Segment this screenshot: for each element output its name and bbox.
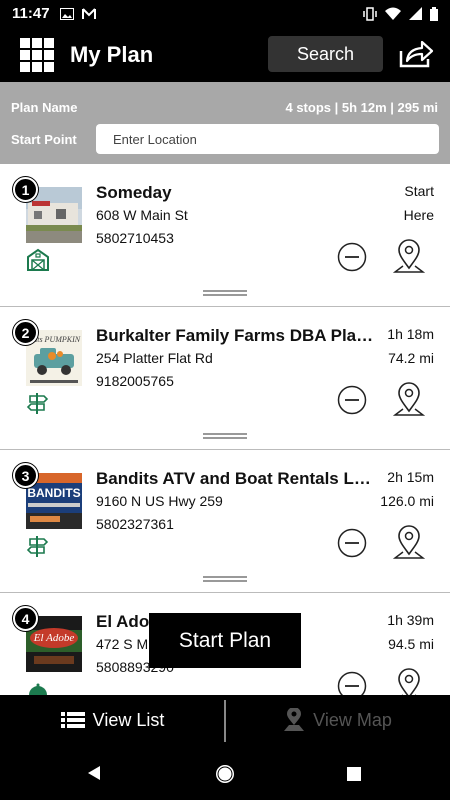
stop-phone[interactable]: 9182005765 [96,373,174,389]
start-point-label: Start Point [11,132,77,147]
stop-number-badge: 2 [13,320,38,345]
page-title: My Plan [70,41,154,67]
stop-leg-distance: 74.2 mi [388,350,434,366]
menu-grid-icon[interactable] [20,37,54,72]
drag-handle[interactable] [203,290,247,296]
plan-name-label: Plan Name [11,100,78,115]
stop-address: 608 W Main St [96,207,188,223]
drag-handle[interactable] [203,576,247,582]
remove-stop-icon[interactable] [337,528,367,558]
tab-view-map-label: View Map [313,709,392,730]
list-icon [60,712,85,728]
vibrate-icon [363,6,377,21]
stop-leg-time: 2h 15m [387,469,434,485]
stop-address: 9160 N US Hwy 259 [96,493,223,509]
map-pin-icon[interactable] [393,381,425,417]
thumb-text: El Adobe [33,632,75,644]
signpost-icon [26,536,49,557]
drag-handle[interactable] [203,433,247,439]
stop-leg-distance: Here [403,207,434,223]
stop-phone[interactable]: 5802327361 [96,516,174,532]
dining-icon [29,683,47,695]
stop-leg-time: 1h 39m [387,612,434,628]
back-icon[interactable] [86,765,102,781]
stop-name[interactable]: Burkalter Family Farms DBA Platter Flats… [96,326,376,346]
share-icon[interactable] [398,39,434,69]
plan-stats: 4 stops | 5h 12m | 295 mi [285,100,438,115]
stop-name[interactable]: Someday [96,183,376,203]
status-time: 11:47 [12,5,50,22]
gmail-icon [81,7,96,19]
tab-view-list[interactable]: View List [0,695,225,745]
remove-stop-icon[interactable] [337,242,367,272]
tab-divider [224,700,226,742]
stop-address: 254 Platter Flat Rd [96,350,213,366]
start-location-input[interactable] [96,124,439,154]
remove-stop-icon[interactable] [337,671,367,695]
stop-address: 472 S M [96,636,149,652]
tab-view-list-label: View List [92,709,165,730]
remove-stop-icon[interactable] [337,385,367,415]
stop-card[interactable]: 2 Platter Flats PUMPKIN PATCH Burkalter … [0,307,450,450]
search-button[interactable]: Search [268,36,383,72]
start-plan-button[interactable]: Start Plan [149,613,301,668]
map-pin-icon[interactable] [393,238,425,274]
bottom-tab-bar: View List View Map [0,695,450,745]
stop-number-badge: 1 [13,177,38,202]
app-header: My Plan Search [0,27,450,82]
stop-leg-distance: 94.5 mi [388,636,434,652]
system-nav-bar [0,745,450,800]
stop-leg-time: 1h 18m [387,326,434,342]
stop-card[interactable]: 3 BANDITS Bandits ATV and Boat Rentals L… [0,450,450,593]
battery-icon [430,6,438,21]
stop-leg-time: Start [404,183,434,199]
stop-number-badge: 3 [13,463,38,488]
signal-icon [409,7,422,20]
recents-icon[interactable] [347,767,361,781]
stop-leg-distance: 126.0 mi [380,493,434,509]
stop-number-badge: 4 [13,606,38,631]
stop-name[interactable]: Bandits ATV and Boat Rentals LLC [96,469,376,489]
map-pin-icon[interactable] [393,667,425,695]
barn-icon [27,248,49,271]
status-bar: 11:47 [0,0,450,27]
home-icon[interactable] [215,764,235,784]
map-pin-icon [284,708,305,731]
thumb-text: BANDITS [27,486,80,500]
tab-view-map[interactable]: View Map [225,695,450,745]
signpost-icon [26,393,49,414]
wifi-icon [385,7,401,20]
plan-info-panel: Plan Name 4 stops | 5h 12m | 295 mi Star… [0,82,450,164]
stop-card[interactable]: 1 Someday 608 W Main St 5802710453 Start… [0,164,450,307]
map-pin-icon[interactable] [393,524,425,560]
stop-phone[interactable]: 5802710453 [96,230,174,246]
image-notification-icon [59,7,74,20]
